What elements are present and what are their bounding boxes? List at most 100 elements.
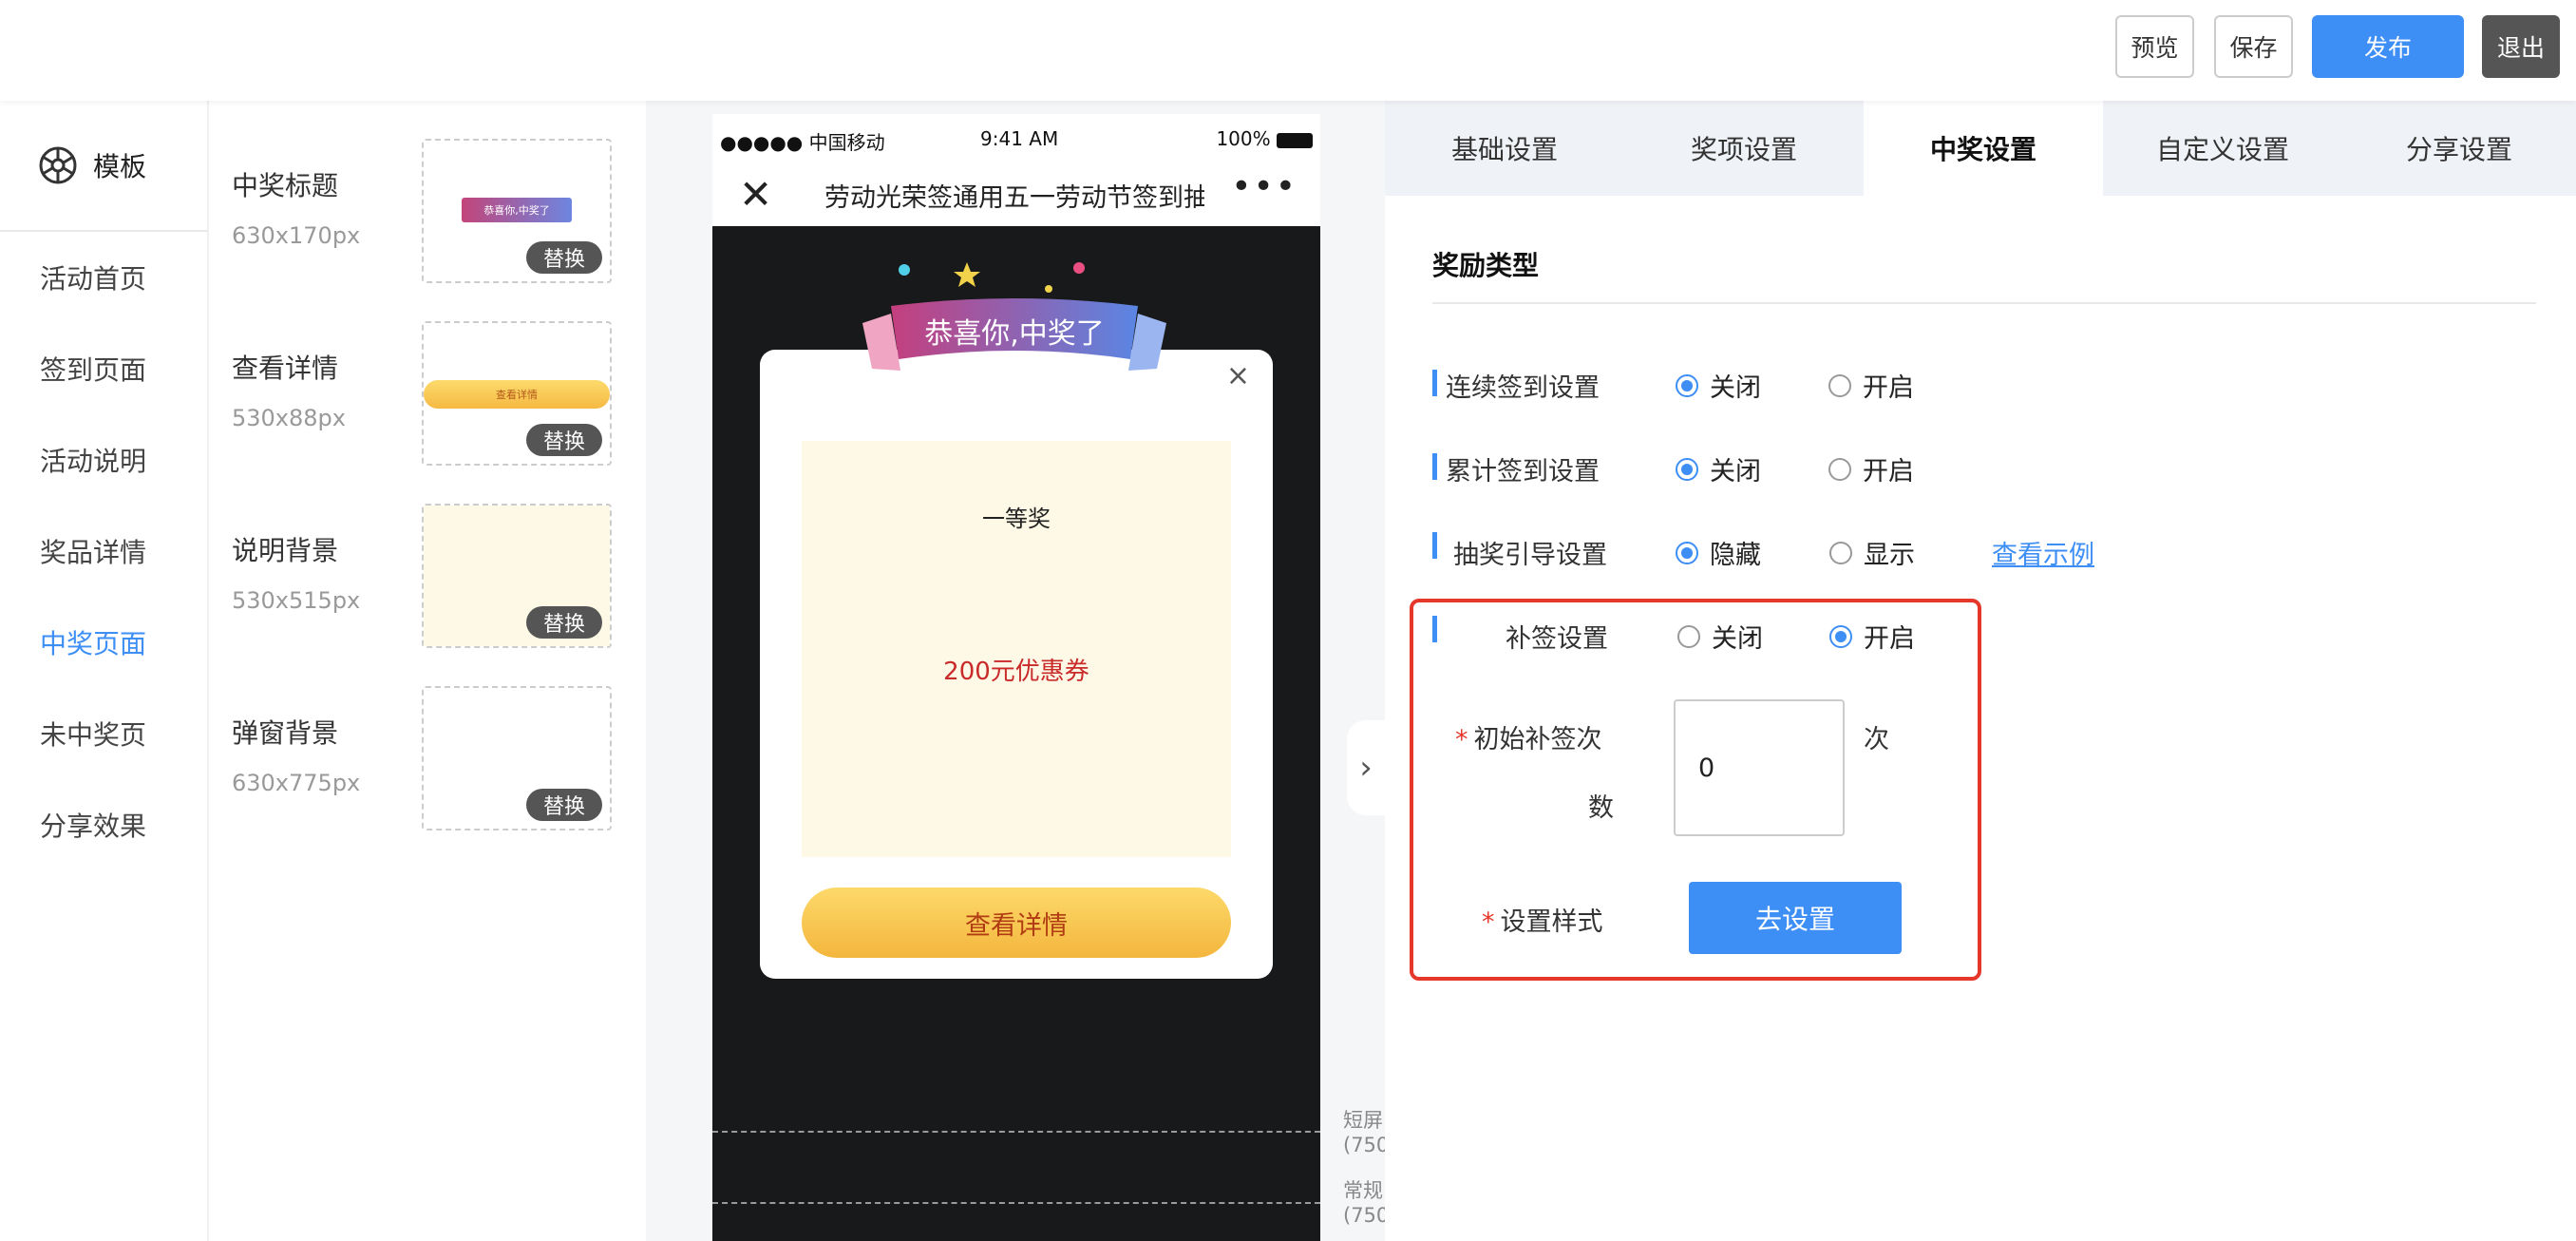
regular-screen-size: (750: [1343, 1204, 1390, 1227]
asset-title: 弹窗背景: [232, 717, 339, 749]
radio-dot: [1676, 373, 1698, 397]
sidebar-item-signin-page[interactable]: 签到页面: [40, 350, 146, 388]
short-screen-line: [712, 1131, 1320, 1133]
radio-label: 关闭: [1710, 457, 1761, 487]
close-icon[interactable]: ×: [1226, 359, 1250, 392]
continuous-signin-label: 连续签到设置: [1446, 373, 1600, 403]
save-button[interactable]: 保存: [2214, 15, 2293, 78]
top-toolbar: 预览 保存 发布 退出: [0, 0, 2576, 101]
makeup-signin-label: 补签设置: [1506, 624, 1608, 654]
cumulative-signin-label: 累计签到设置: [1446, 457, 1600, 487]
ribbon-text: 恭喜你,中奖了: [924, 317, 1105, 351]
replace-button[interactable]: 替换: [526, 424, 602, 456]
tab-winning[interactable]: 中奖设置: [1864, 101, 2103, 196]
status-time: 9:41 AM: [980, 127, 1059, 150]
sidebar-item-winning-page[interactable]: 中奖页面: [40, 623, 146, 661]
short-screen-tag: 短屏 (750: [1343, 1108, 1389, 1157]
regular-screen-tag: 常规 (750: [1343, 1178, 1389, 1228]
phone-statusbar: ●●●●● 中国移动 9:41 AM 100%: [712, 114, 1320, 163]
asset-thumb-popup-bg[interactable]: 替换: [422, 686, 612, 831]
makeup-off-radio[interactable]: 关闭: [1677, 618, 1763, 655]
initial-count-label-line1: 初始补签次: [1473, 725, 1602, 754]
count-unit: 次: [1864, 725, 1889, 754]
radio-dot: [1676, 541, 1698, 564]
radio-dot: [1829, 541, 1852, 564]
row-marker: [1432, 532, 1437, 559]
initial-count-label-line2: 数: [1588, 793, 1614, 823]
view-example-link[interactable]: 查看示例: [1992, 534, 2094, 571]
asset-size: 530x88px: [232, 405, 346, 431]
asset-title: 中奖标题: [232, 170, 339, 201]
battery-icon: [1277, 132, 1313, 148]
short-screen-size: (750: [1343, 1134, 1390, 1156]
required-mark: *: [1482, 907, 1495, 937]
tab-basic[interactable]: 基础设置: [1385, 101, 1624, 196]
style-label-text: 设置样式: [1500, 907, 1603, 937]
initial-count-input[interactable]: 0: [1674, 699, 1845, 836]
carrier-label: ●●●●● 中国移动: [720, 131, 885, 154]
asset-thumb-win-title[interactable]: 恭喜你,中奖了 替换: [422, 139, 612, 283]
win-popup: × 一等奖 200元优惠券 查看详情: [760, 350, 1273, 979]
detail-button-thumb: 查看详情: [424, 380, 610, 409]
cumulative-off-radio[interactable]: 关闭: [1676, 450, 1761, 487]
asset-thumb-detail-button[interactable]: 查看详情 替换: [422, 321, 612, 466]
guide-hide-radio[interactable]: 隐藏: [1676, 534, 1761, 571]
exit-button[interactable]: 退出: [2482, 15, 2560, 78]
preview-button[interactable]: 预览: [2115, 15, 2194, 78]
template-header[interactable]: 模板: [0, 101, 207, 232]
collapse-panel-toggle[interactable]: ›: [1347, 720, 1385, 815]
close-icon[interactable]: ✕: [739, 171, 772, 218]
asset-list: 中奖标题 630x170px 恭喜你,中奖了 替换 查看详情 530x88px …: [207, 101, 646, 1241]
radio-dot: [1676, 457, 1698, 481]
asset-size: 630x775px: [232, 770, 361, 796]
tab-prizes[interactable]: 奖项设置: [1624, 101, 1864, 196]
short-screen-label: 短屏: [1343, 1109, 1383, 1132]
template-icon: [39, 146, 77, 184]
chevron-right-icon: ›: [1359, 749, 1373, 787]
page-title: 劳动光荣签通用五一劳动节签到抽奖: [824, 183, 1204, 213]
more-icon[interactable]: •••: [1231, 167, 1297, 206]
replace-button[interactable]: 替换: [526, 241, 602, 274]
asset-size: 530x515px: [232, 587, 361, 614]
guide-show-radio[interactable]: 显示: [1829, 534, 1915, 571]
row-marker: [1432, 616, 1437, 642]
regular-screen-label: 常规: [1343, 1179, 1383, 1202]
replace-button[interactable]: 替换: [526, 789, 602, 821]
sidebar-item-prize-detail[interactable]: 奖品详情: [40, 532, 146, 570]
radio-label: 开启: [1863, 373, 1914, 403]
sidebar-item-activity-home[interactable]: 活动首页: [40, 258, 146, 296]
asset-thumb-desc-bg[interactable]: 替换: [422, 504, 612, 648]
radio-label: 关闭: [1712, 624, 1763, 654]
asset-size: 630x170px: [232, 222, 361, 249]
continuous-off-radio[interactable]: 关闭: [1676, 367, 1761, 404]
prize-panel: 一等奖 200元优惠券: [802, 441, 1231, 857]
tab-custom[interactable]: 自定义设置: [2103, 101, 2342, 196]
continuous-on-radio[interactable]: 开启: [1828, 367, 1914, 404]
sidebar-item-activity-desc[interactable]: 活动说明: [40, 441, 146, 479]
makeup-on-radio[interactable]: 开启: [1829, 618, 1915, 655]
cumulative-on-radio[interactable]: 开启: [1828, 450, 1914, 487]
radio-dot: [1829, 624, 1852, 648]
go-settings-button[interactable]: 去设置: [1689, 882, 1902, 954]
publish-button[interactable]: 发布: [2312, 15, 2464, 78]
radio-label: 显示: [1864, 541, 1915, 570]
radio-dot: [1677, 624, 1700, 648]
radio-label: 关闭: [1710, 373, 1761, 403]
win-title-ribbon: 恭喜你,中奖了: [853, 247, 1176, 380]
battery-label: 100%: [1216, 127, 1271, 150]
asset-title: 查看详情: [232, 353, 339, 384]
view-detail-button[interactable]: 查看详情: [802, 888, 1231, 958]
radio-dot: [1828, 373, 1851, 397]
prize-level: 一等奖: [982, 506, 1051, 532]
sidebar-item-losing-page[interactable]: 未中奖页: [40, 715, 146, 753]
radio-label: 隐藏: [1710, 541, 1761, 570]
settings-tabs: 基础设置 奖项设置 中奖设置 自定义设置 分享设置: [1385, 101, 2576, 196]
sidebar-item-share-effect[interactable]: 分享效果: [40, 806, 146, 844]
divider: [1432, 302, 2536, 304]
phone-navbar: ✕ 劳动光荣签通用五一劳动节签到抽奖 •••: [712, 163, 1320, 226]
tab-share[interactable]: 分享设置: [2342, 101, 2576, 196]
required-mark: *: [1455, 725, 1468, 754]
replace-button[interactable]: 替换: [526, 606, 602, 639]
radio-label: 开启: [1864, 624, 1915, 654]
row-marker: [1432, 453, 1437, 480]
